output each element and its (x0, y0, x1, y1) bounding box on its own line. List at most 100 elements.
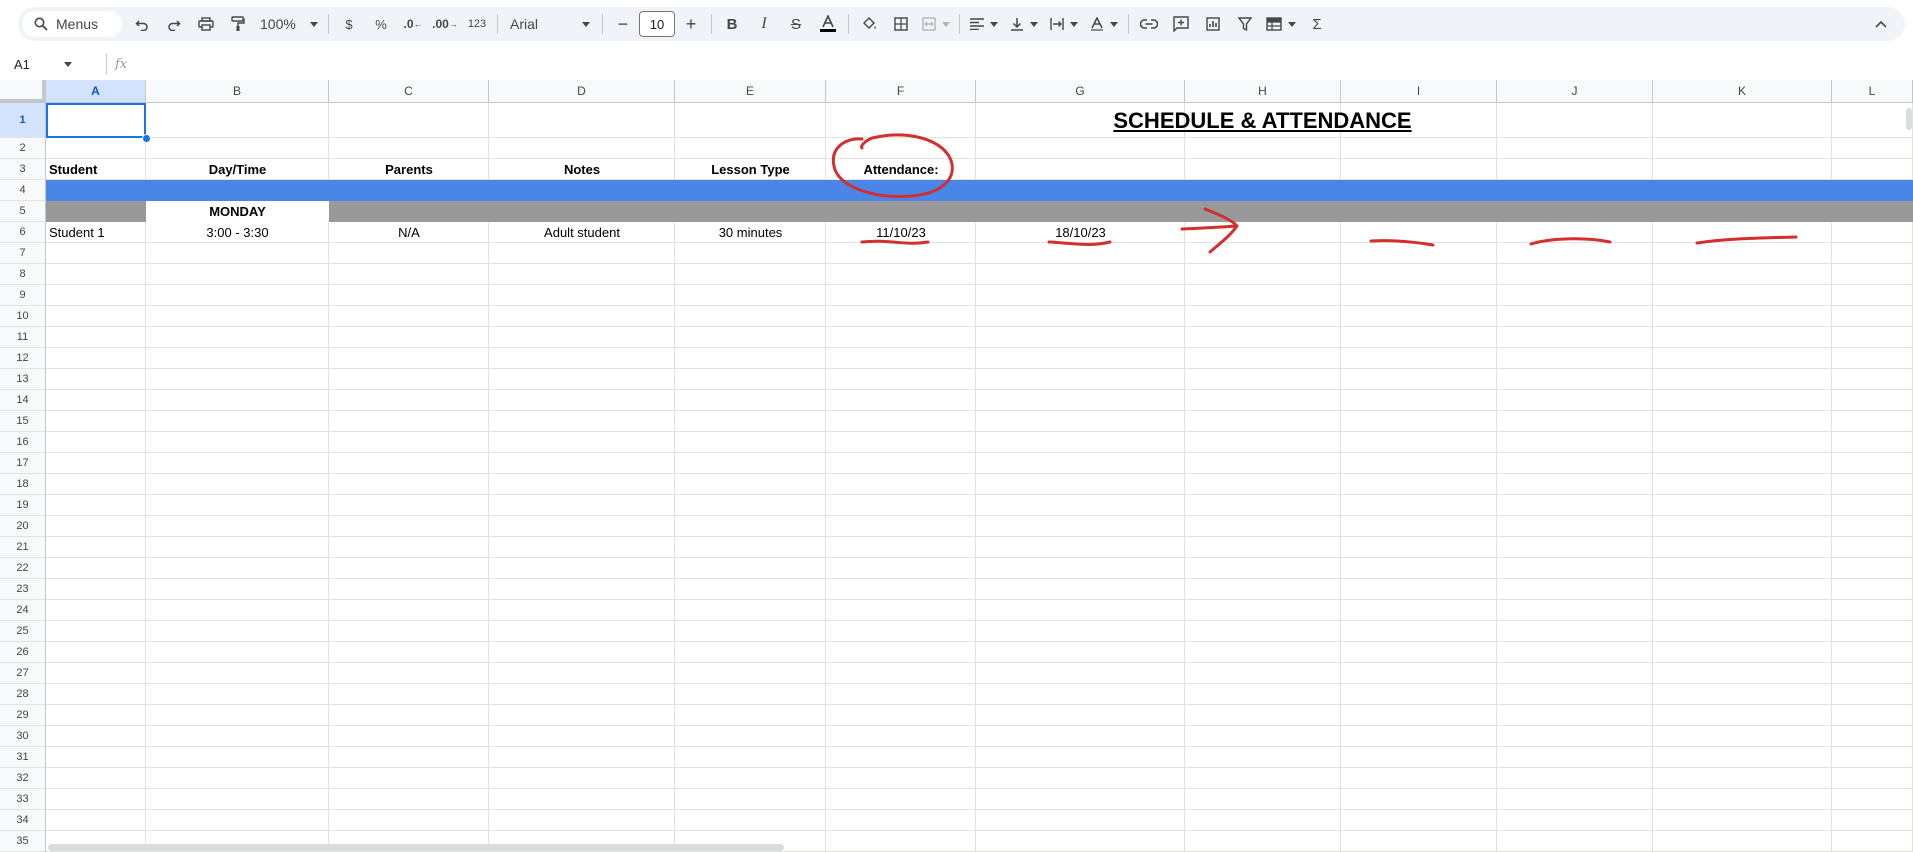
header-lesson-type[interactable]: Lesson Type (675, 159, 826, 180)
row-header-3[interactable]: 3 (0, 159, 46, 180)
row-header-8[interactable]: 8 (0, 264, 46, 285)
increase-font-size-button[interactable]: + (675, 11, 707, 37)
strikethrough-button[interactable]: S (780, 11, 812, 37)
row-header-22[interactable]: 22 (0, 558, 46, 579)
row-header-26[interactable]: 26 (0, 642, 46, 663)
table-button[interactable] (1261, 11, 1301, 37)
column-header-h[interactable]: H (1185, 80, 1341, 103)
row-header-21[interactable]: 21 (0, 537, 46, 558)
column-header-l[interactable]: L (1832, 80, 1913, 103)
row-header-29[interactable]: 29 (0, 705, 46, 726)
row-header-18[interactable]: 18 (0, 474, 46, 495)
column-header-f[interactable]: F (826, 80, 976, 103)
cell-notes[interactable]: Adult student (489, 222, 675, 243)
column-header-c[interactable]: C (329, 80, 489, 103)
row-header-4[interactable]: 4 (0, 180, 46, 201)
font-size-input[interactable]: 10 (639, 11, 675, 37)
zoom-select[interactable]: 100% (254, 11, 324, 37)
row-header-24[interactable]: 24 (0, 600, 46, 621)
row-header-23[interactable]: 23 (0, 579, 46, 600)
percent-format-button[interactable]: % (365, 11, 397, 37)
row-header-11[interactable]: 11 (0, 327, 46, 348)
merge-cells-button[interactable] (917, 11, 955, 37)
header-attendance[interactable]: Attendance: (826, 159, 976, 180)
column-header-e[interactable]: E (675, 80, 826, 103)
insert-comment-button[interactable] (1165, 11, 1197, 37)
bold-button[interactable]: B (716, 11, 748, 37)
borders-button[interactable] (885, 11, 917, 37)
redo-button[interactable] (158, 11, 190, 37)
print-button[interactable] (190, 11, 222, 37)
header-parents[interactable]: Parents (329, 159, 489, 180)
column-header-k[interactable]: K (1653, 80, 1832, 103)
decrease-font-size-button[interactable]: − (607, 11, 639, 37)
row-header-35[interactable]: 35 (0, 831, 46, 852)
row-header-33[interactable]: 33 (0, 789, 46, 810)
row-header-27[interactable]: 27 (0, 663, 46, 684)
undo-button[interactable] (126, 11, 158, 37)
fill-handle[interactable] (142, 134, 151, 143)
day-label-monday[interactable]: MONDAY (146, 201, 329, 222)
font-family-select[interactable]: Arial (502, 11, 598, 37)
decrease-decimal-button[interactable]: .0 ← (397, 11, 429, 37)
cell-attendance-date-1[interactable]: 11/10/23 (826, 222, 976, 243)
menus-search-button[interactable]: Menus (22, 11, 122, 37)
column-header-b[interactable]: B (146, 80, 329, 103)
horizontal-scrollbar[interactable] (48, 844, 784, 851)
horizontal-align-button[interactable] (964, 11, 1004, 37)
insert-link-button[interactable] (1133, 11, 1165, 37)
row-header-34[interactable]: 34 (0, 810, 46, 831)
row-header-28[interactable]: 28 (0, 684, 46, 705)
row-header-9[interactable]: 9 (0, 285, 46, 306)
row-header-15[interactable]: 15 (0, 411, 46, 432)
row-header-16[interactable]: 16 (0, 432, 46, 453)
column-header-i[interactable]: I (1341, 80, 1497, 103)
column-header-g[interactable]: G (976, 80, 1185, 103)
text-wrapping-button[interactable] (1044, 11, 1084, 37)
collapse-toolbar-button[interactable] (1865, 11, 1897, 37)
column-header-j[interactable]: J (1497, 80, 1653, 103)
row-header-10[interactable]: 10 (0, 306, 46, 327)
paint-format-button[interactable] (222, 11, 254, 37)
row-header-13[interactable]: 13 (0, 369, 46, 390)
cell-lesson-type[interactable]: 30 minutes (675, 222, 826, 243)
row-header-14[interactable]: 14 (0, 390, 46, 411)
more-formats-button[interactable]: 123 (461, 11, 493, 37)
vertical-align-button[interactable] (1004, 11, 1044, 37)
header-notes[interactable]: Notes (489, 159, 675, 180)
spreadsheet-grid[interactable]: ABCDEFGHIJKL 1 2 3 4 5 6 7 8 9 10 11 12 13 14 15 16 17 18… (0, 80, 1913, 852)
cell-attendance-date-2[interactable]: 18/10/23 (976, 222, 1185, 243)
cell-parents[interactable]: N/A (329, 222, 489, 243)
name-box[interactable]: A1 (0, 57, 86, 72)
create-filter-button[interactable] (1229, 11, 1261, 37)
row-header-17[interactable]: 17 (0, 453, 46, 474)
formula-input[interactable] (127, 48, 1913, 80)
row-header-25[interactable]: 25 (0, 621, 46, 642)
fill-color-button[interactable] (853, 11, 885, 37)
row-header-12[interactable]: 12 (0, 348, 46, 369)
functions-button[interactable]: Σ (1301, 11, 1333, 37)
row-header-19[interactable]: 19 (0, 495, 46, 516)
row-header-20[interactable]: 20 (0, 516, 46, 537)
row-header-1[interactable]: 1 (0, 103, 46, 138)
column-header-d[interactable]: D (489, 80, 675, 103)
row-header-7[interactable]: 7 (0, 243, 46, 264)
increase-decimal-button[interactable]: .00 → (429, 11, 461, 37)
row-header-30[interactable]: 30 (0, 726, 46, 747)
row-header-5[interactable]: 5 (0, 201, 46, 222)
cell-day-time[interactable]: 3:00 - 3:30 (146, 222, 329, 243)
select-all-corner[interactable] (0, 80, 46, 103)
vertical-scrollbar[interactable] (1906, 108, 1912, 130)
selected-cell-a1[interactable] (46, 103, 146, 138)
currency-format-button[interactable]: $ (333, 11, 365, 37)
row-header-32[interactable]: 32 (0, 768, 46, 789)
cell-student-name[interactable]: Student 1 (46, 222, 146, 243)
row-header-6[interactable]: 6 (0, 222, 46, 243)
italic-button[interactable]: I (748, 11, 780, 37)
text-color-button[interactable] (812, 11, 844, 37)
header-day-time[interactable]: Day/Time (146, 159, 329, 180)
insert-chart-button[interactable] (1197, 11, 1229, 37)
text-rotation-button[interactable] (1084, 11, 1124, 37)
header-student[interactable]: Student (46, 159, 146, 180)
row-header-31[interactable]: 31 (0, 747, 46, 768)
